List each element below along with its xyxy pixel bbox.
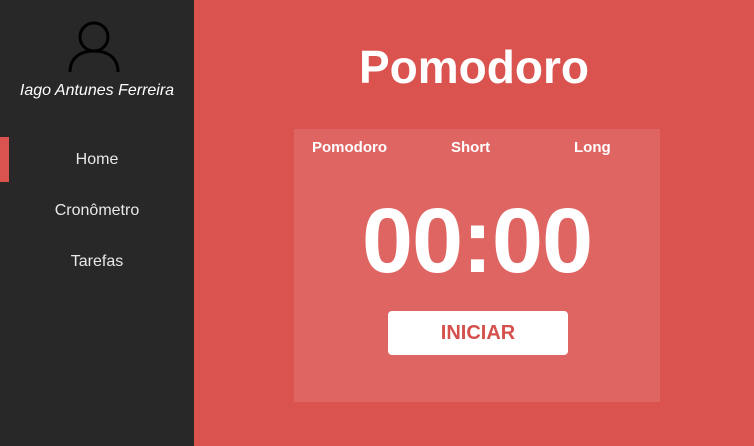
sidebar-item-cronometro[interactable]: Cronômetro <box>0 188 194 233</box>
timer-display: 00:00 <box>361 190 593 292</box>
sidebar: Iago Antunes Ferreira Home Cronômetro Ta… <box>0 0 194 446</box>
sidebar-item-home[interactable]: Home <box>0 137 194 182</box>
tab-long[interactable]: Long <box>574 139 611 156</box>
tab-pomodoro[interactable]: Pomodoro <box>312 139 387 156</box>
sidebar-item-label: Cronômetro <box>54 201 140 219</box>
sidebar-item-label: Home <box>75 150 119 168</box>
timer-card: Pomodoro Short Long 00:00 INICIAR <box>294 129 660 402</box>
tab-short[interactable]: Short <box>451 139 490 156</box>
user-name: Iago Antunes Ferreira <box>19 82 175 99</box>
start-button[interactable]: INICIAR <box>388 311 568 355</box>
user-avatar-icon <box>66 20 122 74</box>
page-title: Pomodoro <box>359 41 589 93</box>
sidebar-item-tarefas[interactable]: Tarefas <box>0 239 194 284</box>
sidebar-item-label: Tarefas <box>70 252 124 270</box>
